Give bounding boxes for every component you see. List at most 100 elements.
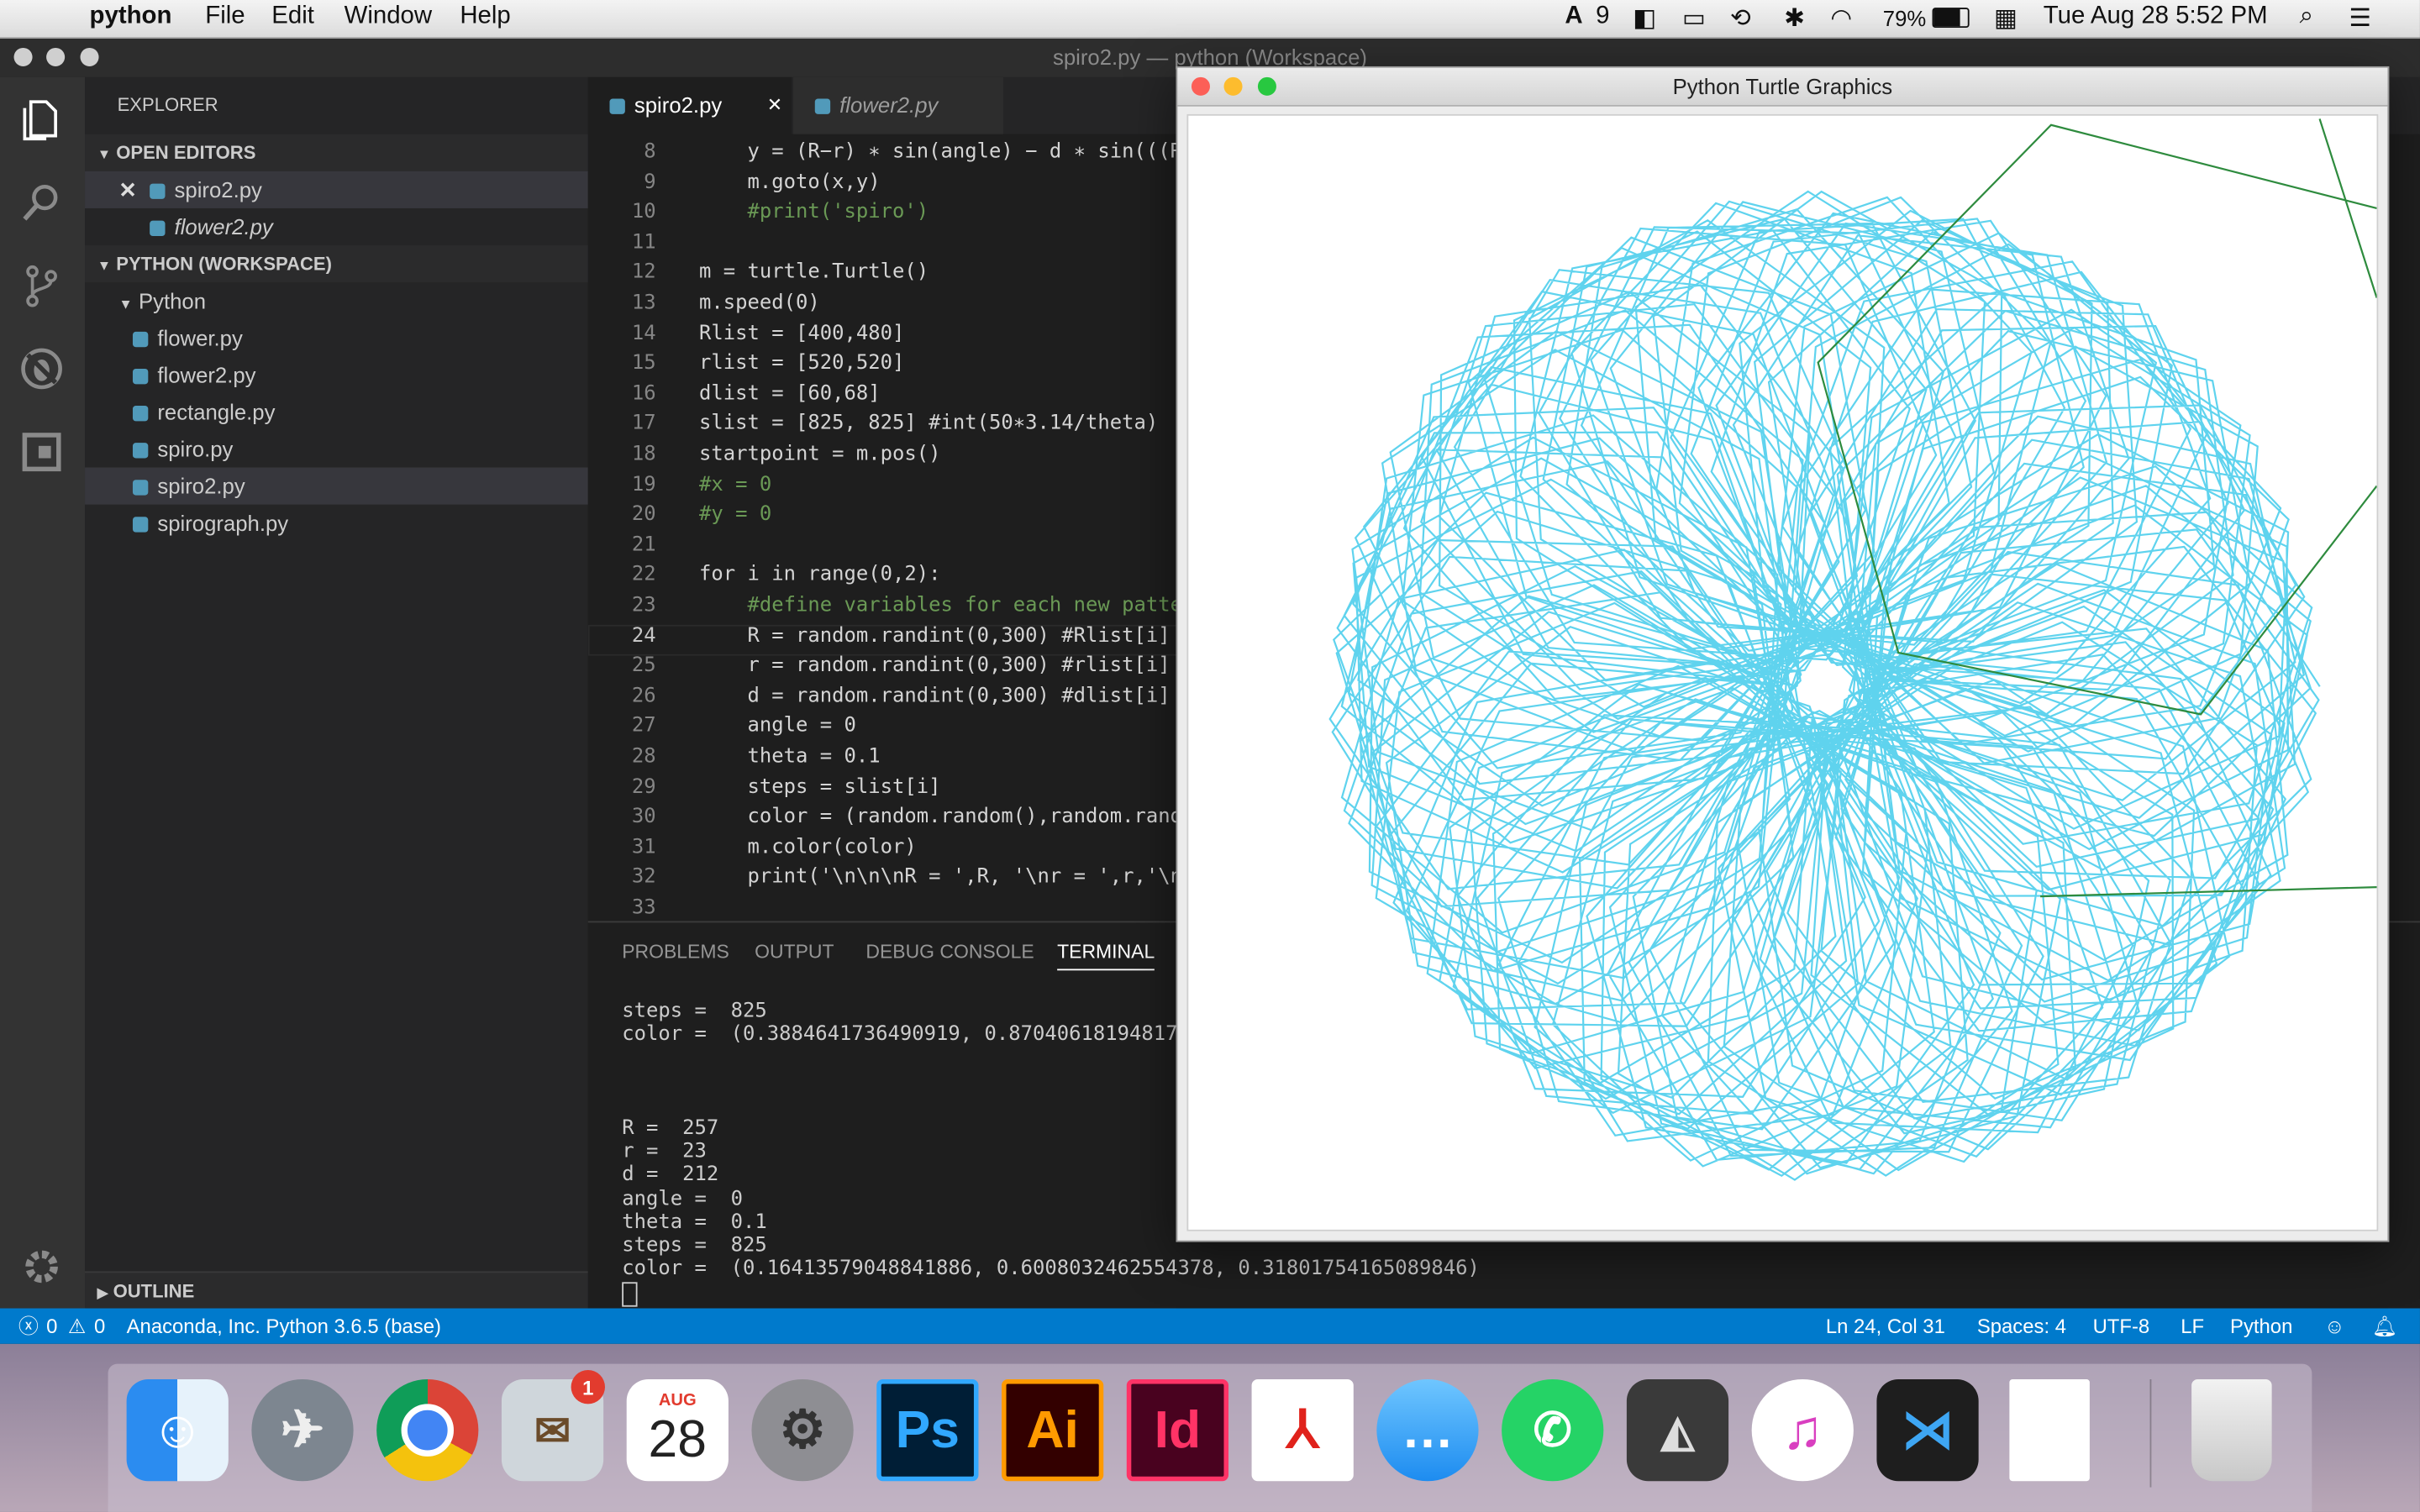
- system-preferences-icon[interactable]: ⚙: [751, 1379, 854, 1482]
- zoom-window-button[interactable]: [1257, 76, 1276, 96]
- menu-window[interactable]: Window: [345, 3, 433, 31]
- outline-section[interactable]: ▶ OUTLINE: [85, 1271, 588, 1310]
- itunes-icon[interactable]: ♫: [1751, 1379, 1854, 1482]
- debug-icon[interactable]: [18, 345, 65, 391]
- file-item[interactable]: flower2.py: [85, 356, 588, 393]
- file-item[interactable]: flower.py: [85, 319, 588, 356]
- feedback-smiley-icon[interactable]: ☺: [2324, 1309, 2344, 1344]
- file-item[interactable]: spiro.py: [85, 430, 588, 467]
- wifi-icon[interactable]: ◠: [1830, 3, 1852, 34]
- explorer-icon[interactable]: [18, 96, 65, 142]
- line-number: 29: [631, 775, 656, 799]
- activity-bar: [0, 76, 86, 1309]
- tab-label: flower2.py: [839, 92, 939, 118]
- terminal-line: color = (0.3884641736490919, 0.870406181…: [622, 1023, 1190, 1047]
- mail-icon[interactable]: ✉ 1: [501, 1369, 605, 1482]
- code-line: steps = slist[i]: [699, 775, 941, 799]
- close-tab-icon[interactable]: ✕: [767, 77, 782, 134]
- minimize-window-button[interactable]: [1223, 76, 1243, 96]
- notification-center-icon[interactable]: ☰: [2349, 3, 2370, 34]
- tab-output[interactable]: OUTPUT: [755, 941, 834, 963]
- close-window-button[interactable]: [1191, 76, 1210, 96]
- vscode-icon[interactable]: ⋊: [1876, 1379, 1979, 1482]
- open-editor-item[interactable]: ✕ spiro2.py: [85, 171, 588, 208]
- acrobat-icon[interactable]: ⅄: [1251, 1379, 1354, 1482]
- tab-debug-console[interactable]: DEBUG CONSOLE: [865, 941, 1034, 963]
- bluetooth-icon[interactable]: ✱: [1784, 3, 1805, 34]
- file-item-selected[interactable]: spiro2.py: [85, 467, 588, 505]
- notifications-bell-icon[interactable]: 🔔︎: [2372, 1309, 2397, 1344]
- search-icon[interactable]: [18, 179, 65, 225]
- close-icon[interactable]: ✕: [118, 171, 137, 208]
- line-ending[interactable]: LF: [2181, 1309, 2204, 1344]
- cursor-position[interactable]: Ln 24, Col 31: [1826, 1309, 1945, 1344]
- open-editor-item[interactable]: flower2.py: [85, 208, 588, 245]
- messages-icon[interactable]: …: [1376, 1379, 1479, 1482]
- warning-icon[interactable]: ⚠: [68, 1309, 86, 1344]
- indesign-icon[interactable]: Id: [1126, 1379, 1229, 1482]
- clock[interactable]: Tue Aug 28 5:52 PM: [2044, 3, 2268, 31]
- illustrator-icon[interactable]: Ai: [1002, 1379, 1104, 1482]
- line-number: 16: [631, 382, 656, 406]
- open-editors-section[interactable]: ▼ OPEN EDITORS: [85, 134, 588, 171]
- terminal-line: angle = 0: [622, 1187, 743, 1211]
- code-line: y = (R−r) ∗ sin(angle) − d ∗ sin(((R: [699, 140, 1182, 164]
- extensions-icon[interactable]: [18, 429, 65, 475]
- tab-flower2[interactable]: flower2.py: [793, 76, 1003, 134]
- code-line: Rlist = [400,480]: [699, 322, 905, 345]
- tab-problems[interactable]: PROBLEMS: [622, 941, 729, 963]
- spiro-pattern: [1328, 190, 2321, 1181]
- photoshop-icon[interactable]: Ps: [876, 1379, 979, 1482]
- code-editor[interactable]: 8 y = (R−r) ∗ sin(angle) − d ∗ sin(((R 9 …: [587, 134, 1182, 921]
- python-interpreter[interactable]: Anaconda, Inc. Python 3.6.5 (base): [127, 1309, 441, 1344]
- menu-file[interactable]: File: [205, 3, 245, 31]
- settings-gear-icon[interactable]: [18, 1243, 65, 1289]
- document-icon[interactable]: [2009, 1379, 2090, 1482]
- battery-icon[interactable]: [1932, 8, 1970, 29]
- zoom-window-button[interactable]: [80, 47, 99, 66]
- launchpad-icon[interactable]: ✈: [251, 1379, 354, 1482]
- time-machine-icon[interactable]: ⟲: [1730, 3, 1751, 34]
- warning-count[interactable]: 0: [94, 1309, 105, 1344]
- battery-percent: 79%: [1882, 6, 1927, 31]
- code-line: theta = 0.1: [699, 745, 881, 769]
- line-number: 8: [644, 140, 656, 164]
- indentation[interactable]: Spaces: 4: [1977, 1309, 2066, 1344]
- turtle-graphics-window[interactable]: Python Turtle Graphics: [1176, 66, 2390, 1242]
- trash-icon[interactable]: [2191, 1379, 2272, 1482]
- keyboard-icon[interactable]: ▦: [1994, 3, 2018, 34]
- file-item[interactable]: rectangle.py: [85, 393, 588, 430]
- app-menu[interactable]: python: [90, 3, 172, 31]
- menu-help[interactable]: Help: [460, 3, 510, 31]
- rhino-icon[interactable]: ◭: [1626, 1379, 1729, 1482]
- tab-spiro2[interactable]: spiro2.py ✕: [587, 76, 792, 134]
- language-mode[interactable]: Python: [2230, 1309, 2292, 1344]
- folder-python[interactable]: ▼ Python: [85, 282, 588, 319]
- python-file-icon: [132, 517, 149, 533]
- screen-icon[interactable]: ▭: [1682, 3, 1706, 34]
- error-count[interactable]: 0: [46, 1309, 57, 1344]
- error-icon[interactable]: ⓧ: [18, 1309, 39, 1344]
- encoding[interactable]: UTF-8: [2093, 1309, 2150, 1344]
- open-editor-label: flower2.py: [174, 214, 273, 239]
- whatsapp-icon[interactable]: ✆: [1502, 1379, 1604, 1482]
- adobe-icon[interactable]: A: [1565, 3, 1582, 31]
- dock-divider: [2149, 1379, 2152, 1488]
- spotlight-icon[interactable]: ⌕: [2300, 3, 2313, 31]
- turtle-canvas[interactable]: [1186, 113, 2379, 1231]
- code-line: m.speed(0): [699, 291, 820, 315]
- spirograph-drawing: [1328, 118, 2378, 1181]
- display-icon[interactable]: ◧: [1633, 3, 1656, 34]
- calendar-icon[interactable]: AUG 28: [626, 1379, 729, 1482]
- finder-icon[interactable]: ☺: [126, 1379, 229, 1482]
- menu-edit[interactable]: Edit: [271, 3, 314, 31]
- chrome-icon[interactable]: [376, 1379, 479, 1482]
- close-window-button[interactable]: [13, 47, 33, 66]
- file-item[interactable]: spirograph.py: [85, 505, 588, 542]
- folder-label: Python: [138, 288, 207, 313]
- workspace-section[interactable]: ▼ PYTHON (WORKSPACE): [85, 245, 588, 283]
- source-control-icon[interactable]: [18, 262, 65, 308]
- tab-terminal[interactable]: TERMINAL: [1057, 941, 1155, 971]
- minimize-window-button[interactable]: [46, 47, 66, 66]
- code-line: #x = 0: [699, 473, 772, 496]
